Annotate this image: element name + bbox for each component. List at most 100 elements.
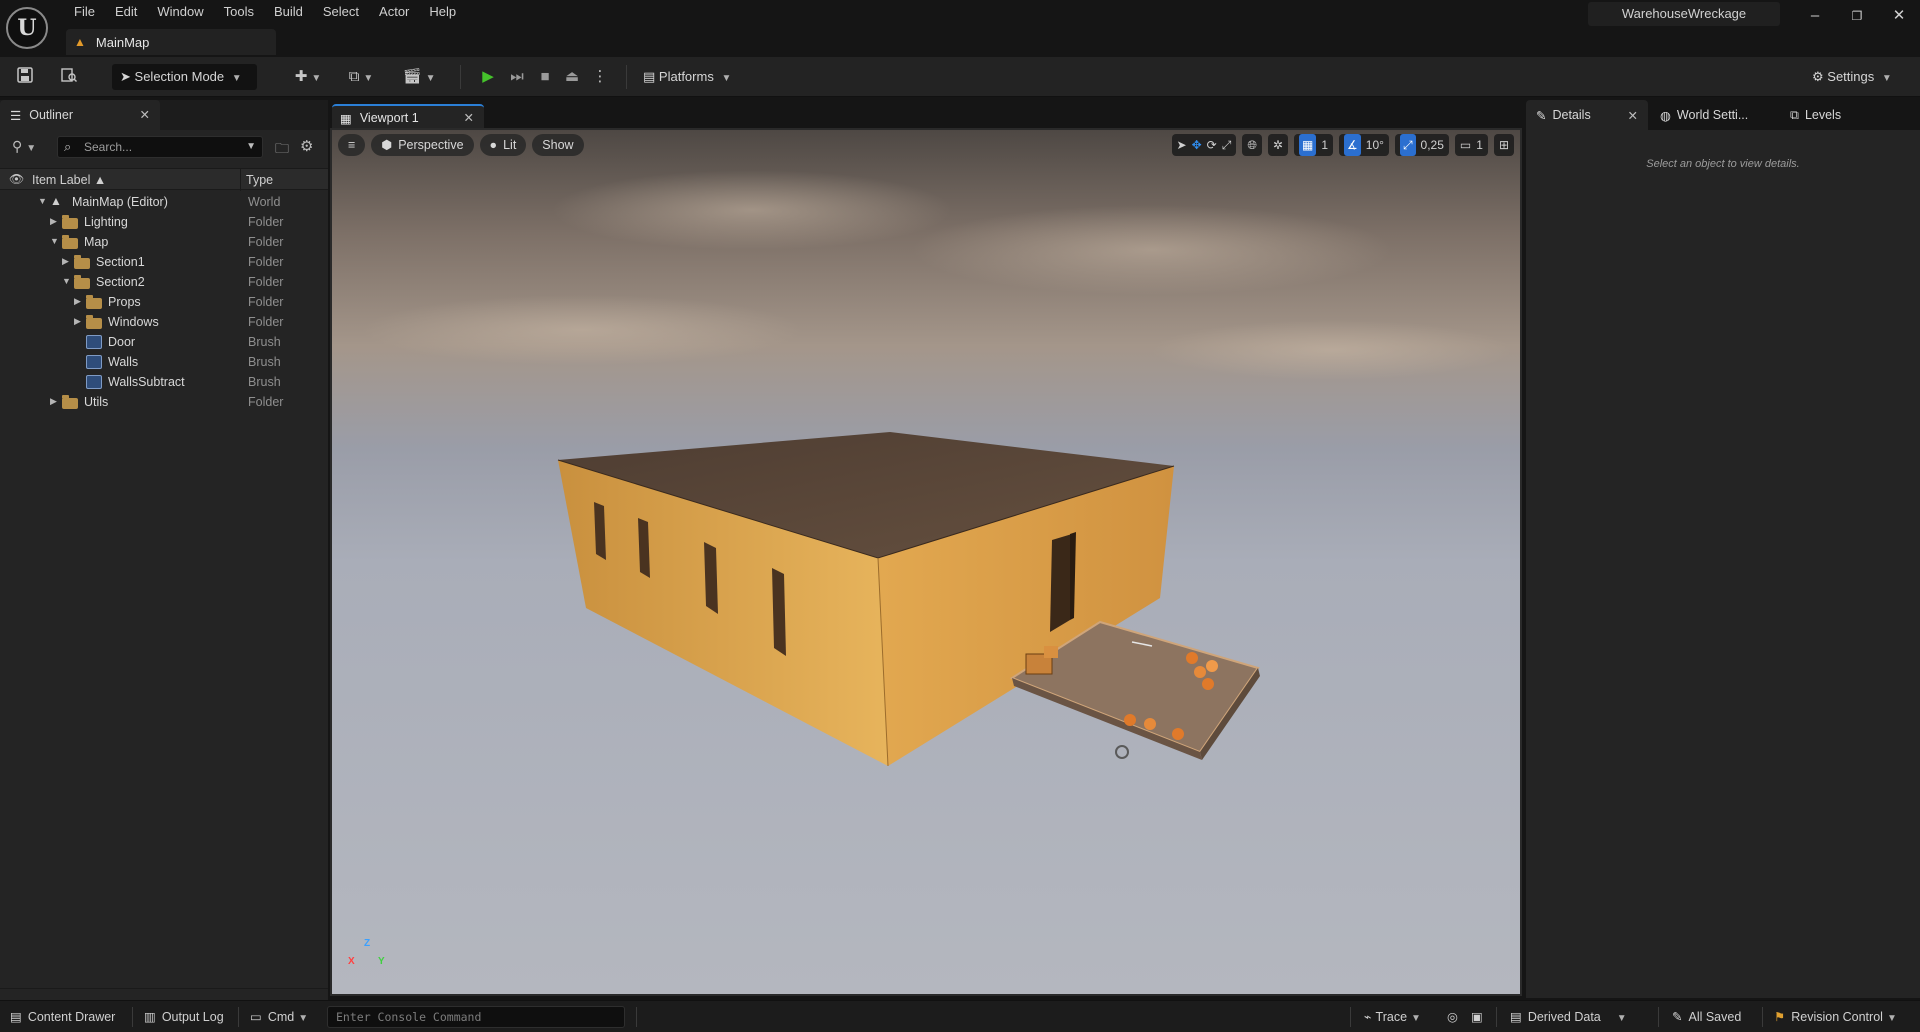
- outliner-icon: ☰: [10, 108, 22, 123]
- eject-icon[interactable]: ⏏: [562, 67, 582, 87]
- platforms-label: Platforms: [658, 69, 714, 84]
- translate-icon[interactable]: ✥: [1192, 134, 1202, 156]
- player-start-icon[interactable]: [1115, 745, 1129, 759]
- stop-icon[interactable]: ■: [535, 67, 555, 87]
- cinematics-icon[interactable]: 🎬︎ ▼: [400, 67, 438, 87]
- level-viewport[interactable]: ≡ ⬢ Perspective ● Lit Show ➤ ✥ ⟳ ⤢ 🌐︎ ✲ …: [330, 128, 1522, 996]
- filter-icon[interactable]: ⚲ ▼: [12, 138, 36, 155]
- menu-tools[interactable]: Tools: [214, 3, 264, 20]
- perspective-dropdown[interactable]: ⬢ Perspective: [371, 134, 474, 156]
- select-arrow-icon[interactable]: ➤: [1177, 134, 1187, 156]
- expand-arrow-icon[interactable]: ▶: [74, 296, 84, 307]
- menu-build[interactable]: Build: [264, 3, 313, 20]
- tab-levels[interactable]: ⧉ Levels: [1780, 100, 1880, 130]
- outliner-column-header: 👁︎ Item Label ▲ Type: [0, 168, 328, 191]
- outliner-row[interactable]: ▼ ▲ MainMap (Editor) World: [0, 192, 328, 212]
- derived-data-button[interactable]: ▤ Derived Data ▼: [1510, 1001, 1627, 1032]
- project-name: WarehouseWreckage: [1588, 2, 1780, 26]
- menu-edit[interactable]: Edit: [105, 3, 147, 20]
- outliner-row[interactable]: ▶ Lighting Folder: [0, 212, 328, 232]
- save-icon[interactable]: [15, 67, 35, 87]
- minimize-button[interactable]: –: [1800, 6, 1830, 26]
- view-mode-dropdown[interactable]: ● Lit: [479, 134, 527, 156]
- output-log-button[interactable]: ▥ Output Log: [144, 1001, 224, 1032]
- chevron-down-icon: ▼: [298, 1013, 309, 1024]
- close-icon[interactable]: ✕: [1628, 108, 1638, 123]
- content-drawer-button[interactable]: ▤ Content Drawer: [10, 1001, 115, 1032]
- scale-snap-toggle[interactable]: ⤢ 0,25: [1394, 134, 1449, 156]
- visibility-eye-icon[interactable]: 👁︎: [9, 172, 24, 186]
- play-icon[interactable]: ▶: [478, 67, 498, 87]
- trace-dropdown[interactable]: ⌁ Trace ▼: [1364, 1001, 1421, 1032]
- browse-content-icon[interactable]: [59, 67, 79, 87]
- outliner-row[interactable]: Door Brush: [0, 332, 328, 352]
- expand-arrow-icon[interactable]: ▶: [50, 216, 60, 227]
- viewport-options-button[interactable]: ≡: [338, 134, 366, 156]
- record-icon[interactable]: ◎: [1447, 1001, 1458, 1032]
- column-divider[interactable]: [240, 169, 241, 191]
- scale-icon[interactable]: ⤢: [1222, 134, 1232, 156]
- settings-dropdown[interactable]: ⚙ Settings ▼: [1812, 66, 1892, 90]
- viewport-right-tools: ➤ ✥ ⟳ ⤢ 🌐︎ ✲ ▦ 1 ∡ 10° ⤢ 0,25 ▭ 1 ⊞: [1171, 134, 1514, 156]
- viewport-layout-icon[interactable]: ⊞: [1493, 134, 1514, 156]
- tab-viewport-1[interactable]: ▦ Viewport 1 ✕: [332, 104, 484, 130]
- selection-mode-dropdown[interactable]: ➤ Selection Mode ▼: [112, 64, 257, 90]
- blueprint-icon[interactable]: ⧉ ▼: [342, 67, 380, 87]
- menu-file[interactable]: File: [64, 3, 105, 20]
- rotate-icon[interactable]: ⟳: [1207, 134, 1217, 156]
- gear-icon[interactable]: ⚙: [300, 137, 313, 155]
- outliner-row[interactable]: ▼ Map Folder: [0, 232, 328, 252]
- camera-speed-value: 1: [1476, 138, 1483, 152]
- outliner-search-input[interactable]: ⌕ Search... ▼: [57, 136, 263, 158]
- tab-outliner[interactable]: ☰ Outliner ✕: [0, 100, 160, 130]
- console-command-input[interactable]: Enter Console Command: [327, 1006, 625, 1028]
- outliner-row[interactable]: ▼ Section2 Folder: [0, 272, 328, 292]
- warehouse-model[interactable]: [557, 432, 1175, 767]
- close-icon[interactable]: ✕: [464, 110, 474, 125]
- step-forward-icon[interactable]: ⏭: [507, 67, 527, 87]
- cmd-dropdown[interactable]: ▭ Cmd ▼: [250, 1001, 308, 1032]
- add-actor-icon[interactable]: ✚ ▼: [290, 67, 326, 87]
- collapse-arrow-icon[interactable]: ▼: [50, 236, 60, 246]
- brush-icon: [86, 355, 102, 369]
- column-item-label[interactable]: Item Label ▲: [32, 173, 106, 187]
- surface-snapping-icon[interactable]: ✲: [1267, 134, 1288, 156]
- expand-arrow-icon[interactable]: ▶: [74, 316, 84, 327]
- all-saved-button[interactable]: ✎ All Saved: [1672, 1001, 1741, 1032]
- collapse-arrow-icon[interactable]: ▼: [38, 196, 48, 206]
- platforms-dropdown[interactable]: ▤ Platforms ▼: [643, 66, 731, 88]
- menu-select[interactable]: Select: [313, 3, 369, 20]
- screenshot-icon[interactable]: ▣: [1471, 1001, 1483, 1032]
- selection-mode-label: Selection Mode: [134, 69, 225, 84]
- outliner-row[interactable]: ▶ Section1 Folder: [0, 252, 328, 272]
- menu-actor[interactable]: Actor: [369, 3, 419, 20]
- outliner-row[interactable]: ▶ Windows Folder: [0, 312, 328, 332]
- unreal-logo-icon[interactable]: U: [6, 7, 48, 49]
- outliner-row[interactable]: ▶ Utils Folder: [0, 392, 328, 412]
- revision-control-button[interactable]: ⚑ Revision Control ▼: [1774, 1001, 1897, 1032]
- level-tab-mainmap[interactable]: ▲ MainMap: [66, 29, 276, 55]
- chevron-down-icon[interactable]: ▼: [246, 137, 256, 157]
- tab-world-settings[interactable]: ◍ World Setti...: [1650, 100, 1778, 130]
- expand-arrow-icon[interactable]: ▶: [62, 256, 72, 267]
- collapse-arrow-icon[interactable]: ▼: [62, 276, 72, 286]
- expand-arrow-icon[interactable]: ▶: [50, 396, 60, 407]
- rotation-snap-toggle[interactable]: ∡ 10°: [1339, 134, 1389, 156]
- outliner-item-label: Section2: [96, 275, 145, 289]
- coordinate-system-icon[interactable]: 🌐︎: [1242, 134, 1262, 156]
- add-folder-icon[interactable]: 🗀︎: [275, 138, 289, 162]
- close-window-button[interactable]: ✕: [1884, 6, 1914, 26]
- camera-speed-button[interactable]: ▭ 1: [1454, 134, 1488, 156]
- tab-details[interactable]: ✎ Details ✕: [1526, 100, 1648, 130]
- more-options-icon[interactable]: ⋮: [590, 67, 610, 87]
- show-dropdown[interactable]: Show: [532, 134, 584, 156]
- restore-button[interactable]: ❐: [1842, 6, 1872, 26]
- column-type[interactable]: Type: [246, 173, 273, 187]
- outliner-row[interactable]: WallsSubtract Brush: [0, 372, 328, 392]
- outliner-row[interactable]: Walls Brush: [0, 352, 328, 372]
- menu-window[interactable]: Window: [147, 3, 213, 20]
- close-icon[interactable]: ✕: [140, 107, 150, 122]
- outliner-row[interactable]: ▶ Props Folder: [0, 292, 328, 312]
- grid-snap-toggle[interactable]: ▦ 1: [1293, 134, 1334, 156]
- menu-help[interactable]: Help: [419, 3, 466, 20]
